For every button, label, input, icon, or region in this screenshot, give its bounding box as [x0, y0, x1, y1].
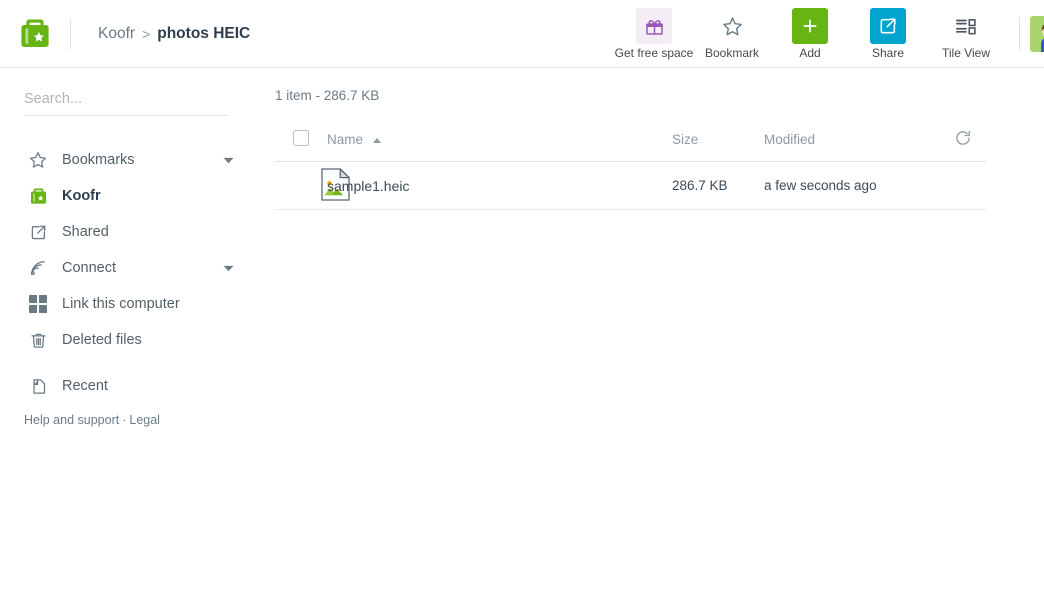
sidebar-nav: Bookmarks Koofr Shared Connect Link this… — [0, 142, 252, 404]
star-outline-icon — [714, 8, 750, 44]
sidebar-item-bookmarks[interactable]: Bookmarks — [0, 142, 252, 178]
koofr-folder-star-logo — [25, 183, 51, 209]
sidebar-item-recent[interactable]: Recent — [0, 368, 252, 404]
sidebar-item-label: Bookmarks — [62, 152, 135, 168]
file-list-body: sample1.heic 286.7 KB a few seconds ago — [275, 161, 986, 210]
add-button[interactable]: Add — [771, 0, 849, 67]
sidebar-item-label: Deleted files — [62, 332, 142, 348]
help-and-support-link[interactable]: Help and support — [24, 413, 119, 427]
bookmark-label: Bookmark — [704, 46, 760, 61]
column-header-size-label: Size — [672, 132, 699, 147]
file-list-table: Name Size Modified sample1.heic 286.7 KB… — [275, 129, 986, 210]
share-label: Share — [871, 46, 905, 61]
file-name-link[interactable]: sample1.heic — [327, 178, 410, 194]
sidebar-item-label: Shared — [62, 224, 109, 240]
app-header: Koofr > photos HEIC Get free space Bookm… — [0, 0, 1044, 68]
bookmark-button[interactable]: Bookmark — [693, 0, 771, 67]
footer-separator: · — [122, 413, 127, 427]
tile-view-button[interactable]: Tile View — [927, 0, 1005, 67]
search-input[interactable] — [24, 91, 228, 107]
trash-icon — [25, 327, 51, 353]
file-size-cell: 286.7 KB — [672, 161, 764, 210]
tile-view-icon — [948, 8, 984, 44]
header-left: Koofr > photos HEIC — [0, 0, 250, 67]
sidebar-item-connect[interactable]: Connect — [0, 250, 252, 286]
table-row[interactable]: sample1.heic 286.7 KB a few seconds ago — [275, 161, 986, 210]
file-name-cell: sample1.heic — [327, 161, 672, 210]
sidebar-item-shared[interactable]: Shared — [0, 214, 252, 250]
sort-ascending-icon — [372, 137, 381, 143]
file-icon-cell — [275, 161, 350, 210]
shared-external-link-icon — [25, 219, 51, 245]
external-link-icon — [870, 8, 906, 45]
koofr-folder-star-logo — [21, 19, 49, 47]
sidebar-item-koofr[interactable]: Koofr — [0, 178, 252, 214]
column-header-size[interactable]: Size — [672, 129, 764, 162]
logo-divider — [70, 18, 71, 49]
table-header-row: Name Size Modified — [275, 129, 986, 162]
sidebar-item-label: Recent — [62, 378, 108, 394]
sidebar-item-label: Connect — [62, 260, 117, 276]
get-free-space-button[interactable]: Get free space — [615, 0, 693, 67]
page-body: Bookmarks Koofr — [0, 68, 1044, 601]
sidebar-item-link-this-computer[interactable]: Link this computer — [0, 286, 252, 322]
item-summary: 1 item - 286.7 KB — [275, 88, 380, 103]
legal-link[interactable]: Legal — [129, 413, 160, 427]
sidebar-item-label: Link this computer — [62, 296, 180, 312]
avatar[interactable] — [1030, 15, 1044, 52]
breadcrumb-separator: > — [142, 25, 151, 42]
column-header-modified-label: Modified — [764, 132, 816, 147]
column-header-actions — [954, 129, 986, 162]
sidebar-footer: Help and support · Legal — [24, 413, 160, 427]
star-outline-icon — [25, 147, 51, 173]
sidebar-item-label: Koofr — [62, 188, 101, 204]
select-all-checkbox[interactable] — [293, 130, 309, 146]
header-toolbar: Get free space Bookmark Add Share Tile V… — [615, 0, 1044, 67]
breadcrumb-current: photos HEIC — [157, 24, 251, 42]
column-header-modified[interactable]: Modified — [764, 129, 954, 162]
toolbar-divider — [1019, 16, 1020, 51]
file-list-header: Name Size Modified — [275, 129, 986, 162]
connect-rss-icon — [25, 255, 51, 281]
sidebar: Bookmarks Koofr — [0, 68, 252, 601]
chevron-down-icon[interactable] — [223, 152, 234, 168]
file-modified-cell: a few seconds ago — [764, 161, 954, 210]
recent-page-icon — [25, 373, 51, 399]
grid-squares-icon — [25, 291, 51, 317]
gift-icon — [636, 8, 672, 45]
breadcrumb: Koofr > photos HEIC — [98, 25, 250, 43]
user-avatar — [1030, 15, 1044, 52]
breadcrumb-root-link[interactable]: Koofr — [98, 25, 135, 43]
plus-icon — [792, 8, 828, 45]
refresh-icon[interactable] — [954, 129, 972, 147]
search-box — [24, 90, 228, 116]
tile-view-label: Tile View — [941, 46, 991, 61]
chevron-down-icon[interactable] — [223, 260, 234, 276]
column-header-name[interactable]: Name — [327, 129, 672, 162]
sidebar-item-deleted-files[interactable]: Deleted files — [0, 322, 252, 358]
select-all-header — [275, 129, 327, 162]
share-button[interactable]: Share — [849, 0, 927, 67]
get-free-space-label: Get free space — [614, 46, 694, 61]
koofr-logo-button[interactable] — [0, 15, 66, 53]
file-actions-cell — [954, 161, 986, 210]
add-label: Add — [799, 46, 821, 61]
column-header-name-label: Name — [327, 132, 364, 147]
main-content: 1 item - 286.7 KB Name Size Modified sam… — [252, 68, 1044, 601]
